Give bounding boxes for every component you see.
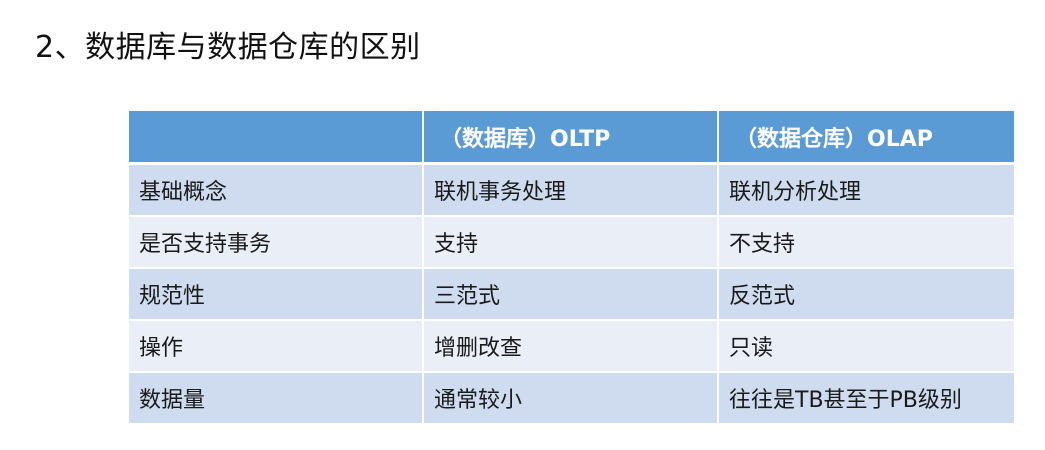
olap-cell: 联机分析处理: [719, 165, 1014, 217]
header-cell-olap: （数据仓库）OLAP: [719, 111, 1014, 165]
table-header-row: （数据库）OLTP （数据仓库）OLAP: [129, 111, 1014, 165]
table-row: 基础概念 联机事务处理 联机分析处理: [129, 165, 1014, 217]
page-title: 2、数据库与数据仓库的区别: [35, 30, 421, 65]
oltp-cell: 增删改查: [424, 321, 719, 373]
header-cell-empty: [129, 111, 424, 165]
table-row: 数据量 通常较小 往往是TB甚至于PB级别: [129, 373, 1014, 423]
table-row: 规范性 三范式 反范式: [129, 269, 1014, 321]
table-row: 是否支持事务 支持 不支持: [129, 217, 1014, 269]
row-label-cell: 基础概念: [129, 165, 424, 217]
header-cell-oltp: （数据库）OLTP: [424, 111, 719, 165]
row-label-cell: 数据量: [129, 373, 424, 423]
comparison-table: （数据库）OLTP （数据仓库）OLAP 基础概念 联机事务处理 联机分析处理 …: [129, 111, 1014, 423]
olap-cell: 不支持: [719, 217, 1014, 269]
olap-cell: 只读: [719, 321, 1014, 373]
olap-cell: 反范式: [719, 269, 1014, 321]
row-label-cell: 操作: [129, 321, 424, 373]
oltp-cell: 通常较小: [424, 373, 719, 423]
oltp-cell: 三范式: [424, 269, 719, 321]
oltp-cell: 联机事务处理: [424, 165, 719, 217]
row-label-cell: 规范性: [129, 269, 424, 321]
olap-cell: 往往是TB甚至于PB级别: [719, 373, 1014, 423]
table-row: 操作 增删改查 只读: [129, 321, 1014, 373]
row-label-cell: 是否支持事务: [129, 217, 424, 269]
comparison-table-container: （数据库）OLTP （数据仓库）OLAP 基础概念 联机事务处理 联机分析处理 …: [129, 111, 1014, 423]
oltp-cell: 支持: [424, 217, 719, 269]
